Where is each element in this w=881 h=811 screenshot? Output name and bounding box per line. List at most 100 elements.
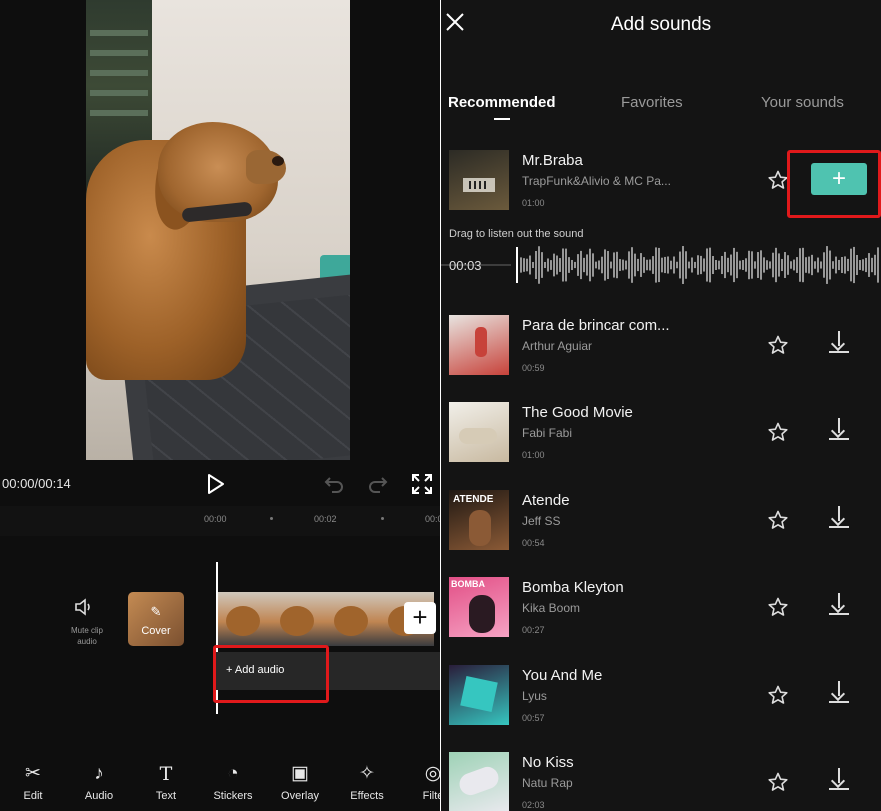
page-title: Add sounds [610, 14, 712, 35]
favorite-star-icon[interactable] [768, 772, 788, 796]
favorite-star-icon[interactable] [768, 170, 788, 194]
sticker-icon: ◔ [227, 763, 239, 784]
download-icon[interactable] [829, 593, 849, 617]
video-clip-frame[interactable] [272, 592, 326, 646]
video-clip-frame[interactable] [218, 592, 272, 646]
video-clip-frame[interactable] [326, 592, 380, 646]
time-display: 00:00/00:14 [2, 476, 71, 491]
song-title: The Good Movie [522, 404, 633, 421]
favorite-star-icon[interactable] [768, 597, 788, 621]
song-title: No Kiss [522, 754, 574, 771]
download-icon[interactable] [829, 768, 849, 792]
song-item[interactable]: Para de brincar com... Arthur Aguiar 00:59 [441, 315, 881, 375]
song-duration: 00:54 [522, 538, 545, 548]
favorite-star-icon[interactable] [768, 685, 788, 709]
undo-icon[interactable] [324, 474, 344, 498]
video-preview[interactable] [86, 0, 350, 460]
favorite-star-icon[interactable] [768, 335, 788, 359]
highlight-box-add-audio [213, 645, 329, 703]
album-art [449, 402, 509, 462]
song-title: You And Me [522, 667, 603, 684]
add-clip-button[interactable]: + [404, 602, 436, 634]
mute-clip-label[interactable]: Mute clip audio [64, 625, 110, 647]
download-icon[interactable] [829, 418, 849, 442]
song-item[interactable]: You And Me Lyus 00:57 [441, 665, 881, 725]
song-duration: 00:27 [522, 625, 545, 635]
song-artist: Kika Boom [522, 601, 581, 615]
audio-waveform[interactable] [441, 245, 881, 285]
song-title: Atende [522, 492, 570, 509]
filter-icon: ◎ [424, 763, 440, 784]
toolbar-audio[interactable]: ♪ Audio [69, 762, 129, 802]
toolbar-overlay[interactable]: ▣ Overlay [270, 762, 330, 802]
toolbar-stickers[interactable]: ◔ Stickers [203, 762, 263, 802]
toolbar-filter[interactable]: ◎ Filte [403, 762, 440, 802]
video-editor-panel: 00:00/00:14 00:00 00:02 00:0 Mute clip a… [0, 0, 440, 811]
ruler-dot [270, 517, 273, 520]
album-art: ATENDE [449, 490, 509, 550]
toolbar-edit[interactable]: ✂ Edit [3, 762, 63, 802]
toolbar-label: Edit [23, 790, 43, 802]
favorite-star-icon[interactable] [768, 510, 788, 534]
album-art [449, 150, 509, 210]
tab-favorites[interactable]: Favorites [621, 94, 683, 111]
dog-nose [272, 156, 284, 166]
ruler-tick: 00:0 [425, 514, 440, 524]
song-artist: Arthur Aguiar [522, 339, 593, 353]
pencil-icon: ✎ [150, 604, 162, 619]
ruler-dot [381, 517, 384, 520]
toolbar-label: Stickers [213, 790, 253, 802]
ruler-tick: 00:00 [204, 514, 227, 524]
tab-recommended[interactable]: Recommended [448, 94, 556, 111]
play-icon[interactable] [207, 474, 225, 498]
song-title: Bomba Kleyton [522, 579, 624, 596]
song-item[interactable]: No Kiss Natu Rap 02:03 [441, 752, 881, 811]
ruler-tick: 00:02 [314, 514, 337, 524]
cover-label: Cover [141, 625, 171, 637]
cover-button[interactable]: ✎ Cover [128, 592, 184, 646]
song-duration: 02:03 [522, 800, 545, 810]
album-art [449, 315, 509, 375]
fullscreen-icon[interactable] [412, 474, 432, 498]
toolbar-effects[interactable]: ✧ Effects [337, 762, 397, 802]
active-tab-indicator [494, 118, 510, 120]
redo-icon[interactable] [368, 474, 388, 498]
toolbar-label: Text [155, 790, 177, 802]
song-title: Mr.Braba [522, 152, 583, 169]
download-icon[interactable] [829, 506, 849, 530]
toolbar-label: Overlay [281, 790, 319, 802]
add-sounds-panel: Add sounds Recommended Favorites Your so… [441, 0, 881, 811]
song-duration: 01:00 [522, 450, 545, 460]
waveform-time: 00:03 [449, 258, 482, 273]
timeline-ruler[interactable]: 00:00 00:02 00:0 [0, 506, 440, 536]
song-artist: Natu Rap [522, 776, 573, 790]
song-duration: 01:00 [522, 198, 545, 208]
song-item[interactable]: BOMBA Bomba Kleyton Kika Boom 00:27 [441, 577, 881, 637]
favorite-star-icon[interactable] [768, 422, 788, 446]
song-artist: TrapFunk&Alivio & MC Pa... [522, 174, 671, 188]
album-art [449, 665, 509, 725]
dog-snout [246, 150, 286, 184]
scissors-icon: ✂ [25, 763, 41, 784]
download-icon[interactable] [829, 331, 849, 355]
album-art [449, 752, 509, 811]
toolbar-label: Effects [350, 790, 384, 802]
album-art: BOMBA [449, 577, 509, 637]
song-artist: Fabi Fabi [522, 426, 573, 440]
toolbar-text[interactable]: T Text [136, 762, 196, 802]
song-item[interactable]: ATENDE Atende Jeff SS 00:54 [441, 490, 881, 550]
text-icon: T [159, 763, 173, 785]
speaker-icon[interactable] [74, 598, 94, 621]
tab-your-sounds[interactable]: Your sounds [761, 94, 844, 111]
song-artist: Jeff SS [522, 514, 561, 528]
song-duration: 00:59 [522, 363, 545, 373]
overlay-icon: ▣ [291, 763, 309, 784]
song-title: Para de brincar com... [522, 317, 670, 334]
download-icon[interactable] [829, 681, 849, 705]
song-artist: Lyus [522, 689, 547, 703]
music-note-icon: ♪ [94, 763, 104, 784]
song-duration: 00:57 [522, 713, 545, 723]
highlight-box-add-sound [787, 150, 881, 218]
song-item[interactable]: The Good Movie Fabi Fabi 01:00 [441, 402, 881, 462]
drag-hint: Drag to listen out the sound [449, 228, 584, 240]
